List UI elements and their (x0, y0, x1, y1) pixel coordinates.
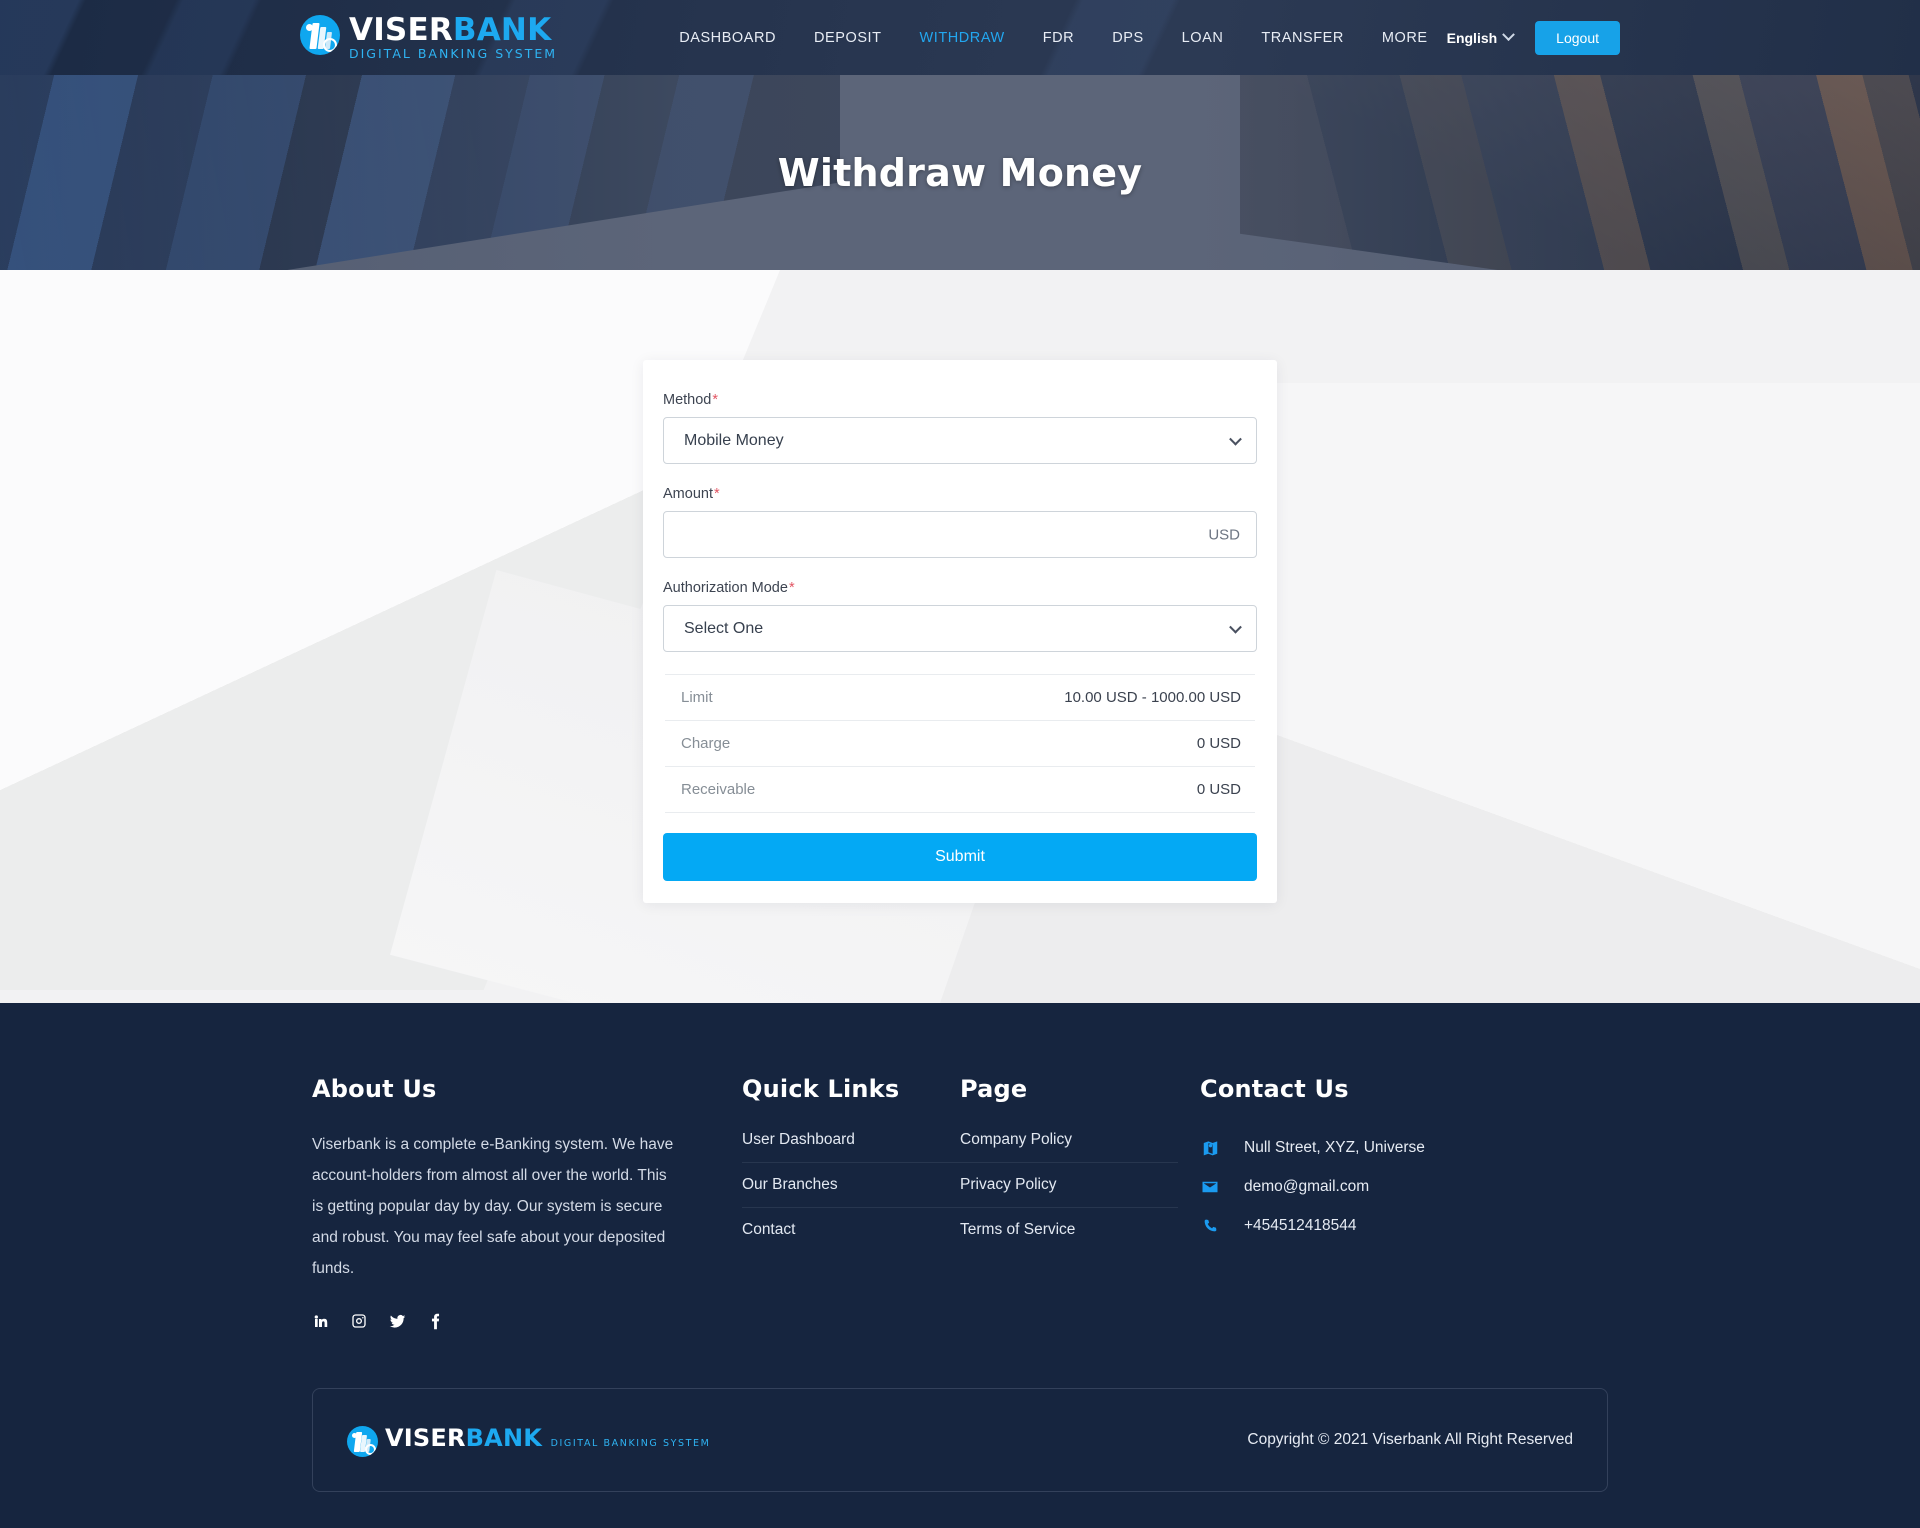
site-footer: About Us Viserbank is a complete e-Banki… (0, 1003, 1920, 1528)
footer-about-column: About Us Viserbank is a complete e-Banki… (312, 1075, 742, 1332)
amount-currency-suffix: USD (1208, 526, 1240, 543)
list-item: Terms of Service (960, 1208, 1178, 1252)
nav-item-deposit[interactable]: DEPOSIT (795, 20, 901, 56)
footer-contact-column: Contact Us Null Street, XYZ, Universe de… (1178, 1075, 1608, 1246)
chevron-down-icon (1502, 28, 1516, 42)
quick-link-user-dashboard[interactable]: User Dashboard (742, 1129, 960, 1162)
quick-link-contact[interactable]: Contact (742, 1208, 960, 1252)
footer-logo-tagline: DIGITAL BANKING SYSTEM (550, 1437, 711, 1449)
viserbank-logo-icon (300, 15, 340, 55)
nav-item-loan[interactable]: LOAN (1163, 20, 1243, 56)
page-link-privacy-policy[interactable]: Privacy Policy (960, 1163, 1178, 1207)
list-item: Privacy Policy (960, 1163, 1178, 1208)
facebook-icon[interactable] (426, 1310, 444, 1332)
language-selector[interactable]: English (1446, 28, 1516, 46)
list-item: User Dashboard (742, 1129, 960, 1163)
summary-row-receivable: Receivable 0 USD (665, 767, 1255, 813)
contact-item-address: Null Street, XYZ, Universe (1200, 1129, 1608, 1168)
language-selector-label: English (1446, 29, 1498, 46)
nav-item-fdr[interactable]: FDR (1024, 20, 1093, 56)
summary-value: 10.00 USD - 1000.00 USD (1064, 689, 1241, 706)
nav-item-transfer[interactable]: TRANSFER (1242, 20, 1363, 56)
instagram-icon[interactable] (350, 1310, 368, 1332)
summary-label: Charge (681, 735, 731, 752)
nav-item-more[interactable]: MORE (1363, 20, 1447, 56)
contact-email-text: demo@gmail.com (1244, 1178, 1370, 1195)
summary-label: Receivable (681, 781, 756, 798)
page-hero-banner: Withdraw Money (0, 75, 1920, 270)
footer-logo-text-secondary: BANK (465, 1423, 543, 1452)
about-heading: About Us (312, 1075, 437, 1103)
logout-button[interactable]: Logout (1535, 20, 1620, 55)
footer-quick-links-column: Quick Links User Dashboard Our Branches … (742, 1075, 960, 1252)
page-link-company-policy[interactable]: Company Policy (960, 1129, 1178, 1162)
summary-value: 0 USD (1196, 781, 1241, 798)
list-item: Company Policy (960, 1129, 1178, 1163)
required-marker: * (712, 392, 719, 408)
authorization-mode-field: Authorization Mode* Select One (663, 580, 1257, 652)
amount-label: Amount* (663, 486, 720, 502)
list-item: Our Branches (742, 1163, 960, 1208)
contact-address-text: Null Street, XYZ, Universe (1244, 1139, 1425, 1156)
footer-page-column: Page Company Policy Privacy Policy Terms… (960, 1075, 1178, 1252)
method-label: Method* (663, 392, 719, 408)
summary-row-limit: Limit 10.00 USD - 1000.00 USD (665, 674, 1255, 721)
authorization-mode-select[interactable]: Select One (663, 605, 1257, 652)
summary-label: Limit (681, 689, 713, 706)
logo-text-secondary: BANK (452, 12, 552, 48)
method-select[interactable]: Mobile Money (663, 417, 1257, 464)
page-link-terms-of-service[interactable]: Terms of Service (960, 1208, 1178, 1252)
contact-phone-text: +454512418544 (1244, 1217, 1357, 1234)
page-links-heading: Page (960, 1075, 1028, 1103)
list-item: Contact (742, 1208, 960, 1252)
submit-button[interactable]: Submit (663, 833, 1257, 881)
authorization-mode-label: Authorization Mode* (663, 580, 795, 596)
footer-logo-text-primary: VISER (385, 1423, 466, 1452)
nav-item-withdraw[interactable]: WITHDRAW (901, 20, 1024, 56)
social-links (312, 1310, 682, 1332)
contact-item-phone: +454512418544 (1200, 1207, 1608, 1246)
quick-link-our-branches[interactable]: Our Branches (742, 1163, 960, 1207)
about-text: Viserbank is a complete e-Banking system… (312, 1136, 674, 1277)
background-shape-2 (1280, 390, 1800, 810)
map-location-icon (1200, 1140, 1220, 1157)
contact-item-email: demo@gmail.com (1200, 1168, 1608, 1207)
site-logo[interactable]: VISERBANK DIGITAL BANKING SYSTEM (300, 13, 566, 62)
required-marker: * (713, 486, 720, 502)
logo-tagline: DIGITAL BANKING SYSTEM (349, 46, 558, 61)
phone-icon (1200, 1218, 1220, 1234)
nav-item-dashboard[interactable]: DASHBOARD (660, 20, 795, 56)
contact-heading: Contact Us (1200, 1075, 1349, 1103)
twitter-icon[interactable] (388, 1310, 406, 1332)
viserbank-logo-icon (347, 1425, 378, 1457)
method-field: Method* Mobile Money (663, 392, 1257, 464)
nav-item-dps[interactable]: DPS (1093, 20, 1162, 56)
footer-copyright-bar: VISERBANK DIGITAL BANKING SYSTEM Copyrig… (312, 1388, 1608, 1492)
linkedin-icon[interactable] (312, 1310, 330, 1332)
summary-row-charge: Charge 0 USD (665, 721, 1255, 767)
quick-links-heading: Quick Links (742, 1075, 900, 1103)
summary-value: 0 USD (1196, 735, 1241, 752)
transaction-summary: Limit 10.00 USD - 1000.00 USD Charge 0 U… (665, 674, 1255, 813)
site-header: VISERBANK DIGITAL BANKING SYSTEM DASHBOA… (0, 0, 1920, 75)
amount-input[interactable] (663, 511, 1257, 558)
main-navigation: DASHBOARD DEPOSIT WITHDRAW FDR DPS LOAN … (660, 20, 1446, 56)
amount-field: Amount* USD (663, 486, 1257, 558)
page-title: Withdraw Money (777, 150, 1143, 195)
withdraw-form-card: Method* Mobile Money Amount* USD Authori… (643, 360, 1277, 903)
required-marker: * (788, 580, 795, 596)
footer-logo[interactable]: VISERBANK DIGITAL BANKING SYSTEM (347, 1424, 710, 1457)
logo-text-primary: VISER (349, 12, 453, 48)
envelope-icon (1200, 1178, 1220, 1196)
copyright-text: Copyright © 2021 Viserbank All Right Res… (1247, 1431, 1573, 1448)
main-content: Method* Mobile Money Amount* USD Authori… (0, 270, 1920, 1003)
